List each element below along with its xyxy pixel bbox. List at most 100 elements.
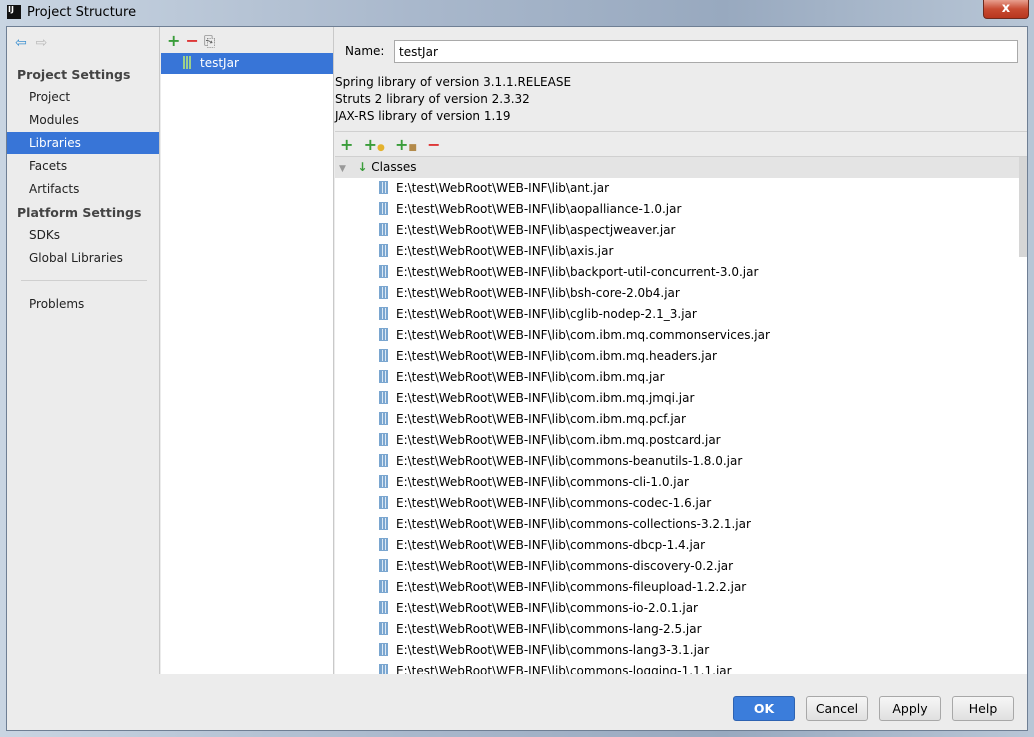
jar-item[interactable]: E:\test\WebRoot\WEB-INF\lib\commons-dbcp… <box>335 535 1027 556</box>
info-line: Spring library of version 3.1.1.RELEASE <box>335 75 572 89</box>
jar-path: E:\test\WebRoot\WEB-INF\lib\commons-coll… <box>396 517 751 531</box>
jar-path: E:\test\WebRoot\WEB-INF\lib\commons-disc… <box>396 559 734 573</box>
jar-item[interactable]: E:\test\WebRoot\WEB-INF\lib\bsh-core-2.0… <box>335 283 1027 304</box>
jar-path: E:\test\WebRoot\WEB-INF\lib\ant.jar <box>396 181 610 195</box>
exclude-icon[interactable]: +■ <box>395 135 417 154</box>
window-title: Project Structure <box>27 5 137 20</box>
jar-icon <box>379 580 388 593</box>
jar-icon <box>379 475 388 488</box>
jar-icon <box>379 538 388 551</box>
jar-path: E:\test\WebRoot\WEB-INF\lib\aspectjweave… <box>396 223 676 237</box>
jar-icon <box>379 496 388 509</box>
jar-item[interactable]: E:\test\WebRoot\WEB-INF\lib\aspectjweave… <box>335 220 1027 241</box>
jar-item[interactable]: E:\test\WebRoot\WEB-INF\lib\ant.jar <box>335 178 1027 199</box>
jar-icon <box>379 643 388 656</box>
sidebar-item-problems[interactable]: Problems <box>7 293 159 315</box>
jar-icon <box>379 454 388 467</box>
sidebar-item-libraries[interactable]: Libraries <box>7 132 159 154</box>
classes-node[interactable]: ▼ ↓ Classes <box>335 157 1019 178</box>
sidebar: ⇦ ⇨ Project Settings Project Modules Lib… <box>7 27 160 674</box>
title-bar: IJ Project Structure x <box>0 0 1034 25</box>
info-line: JAX-RS library of version 1.19 <box>335 109 511 123</box>
jar-icon <box>379 391 388 404</box>
jar-item[interactable]: E:\test\WebRoot\WEB-INF\lib\commons-io-2… <box>335 598 1027 619</box>
remove-icon[interactable]: − <box>427 135 440 154</box>
jar-item[interactable]: E:\test\WebRoot\WEB-INF\lib\backport-uti… <box>335 262 1027 283</box>
jar-item[interactable]: E:\test\WebRoot\WEB-INF\lib\com.ibm.mq.j… <box>335 388 1027 409</box>
jar-item[interactable]: E:\test\WebRoot\WEB-INF\lib\commons-file… <box>335 577 1027 598</box>
cancel-button[interactable]: Cancel <box>806 696 868 721</box>
jar-icon <box>379 664 388 674</box>
jar-item[interactable]: E:\test\WebRoot\WEB-INF\lib\commons-code… <box>335 493 1027 514</box>
library-item-testjar[interactable]: testJar <box>161 53 333 74</box>
name-label: Name: <box>345 44 385 58</box>
sidebar-item-project[interactable]: Project <box>7 86 159 108</box>
add-jar-directory-icon[interactable]: +● <box>364 135 385 154</box>
jar-path: E:\test\WebRoot\WEB-INF\lib\commons-logg… <box>396 664 732 674</box>
jar-icon <box>379 307 388 320</box>
remove-icon[interactable]: − <box>186 31 199 50</box>
jar-icon <box>379 559 388 572</box>
jar-icon <box>379 181 388 194</box>
sidebar-item-modules[interactable]: Modules <box>7 109 159 131</box>
jar-item[interactable]: E:\test\WebRoot\WEB-INF\lib\com.ibm.mq.p… <box>335 430 1027 451</box>
jar-item[interactable]: E:\test\WebRoot\WEB-INF\lib\commons-lang… <box>335 619 1027 640</box>
jar-item[interactable]: E:\test\WebRoot\WEB-INF\lib\com.ibm.mq.h… <box>335 346 1027 367</box>
divider <box>21 280 147 281</box>
jar-icon <box>379 349 388 362</box>
library-info: Spring library of version 3.1.1.RELEASE … <box>335 74 571 125</box>
jar-item[interactable]: E:\test\WebRoot\WEB-INF\lib\commons-coll… <box>335 514 1027 535</box>
jar-path: E:\test\WebRoot\WEB-INF\lib\com.ibm.mq.p… <box>396 412 686 426</box>
jar-path: E:\test\WebRoot\WEB-INF\lib\commons-bean… <box>396 454 743 468</box>
sidebar-item-sdks[interactable]: SDKs <box>7 224 159 246</box>
jar-item[interactable]: E:\test\WebRoot\WEB-INF\lib\commons-lang… <box>335 640 1027 661</box>
add-icon[interactable]: + <box>167 31 180 50</box>
jar-item[interactable]: E:\test\WebRoot\WEB-INF\lib\com.ibm.mq.j… <box>335 367 1027 388</box>
add-icon[interactable]: + <box>340 135 353 154</box>
project-settings-header: Project Settings <box>17 67 131 82</box>
scrollbar[interactable] <box>1019 157 1027 257</box>
forward-arrow-icon[interactable]: ⇨ <box>36 35 48 51</box>
close-button[interactable]: x <box>983 0 1029 19</box>
library-detail: Name: Spring library of version 3.1.1.RE… <box>335 27 1027 674</box>
collapse-triangle-icon[interactable]: ▼ <box>339 164 346 174</box>
jar-item[interactable]: E:\test\WebRoot\WEB-INF\lib\commons-bean… <box>335 451 1027 472</box>
jar-path: E:\test\WebRoot\WEB-INF\lib\commons-lang… <box>396 643 710 657</box>
help-button[interactable]: Help <box>952 696 1014 721</box>
jar-item[interactable]: E:\test\WebRoot\WEB-INF\lib\aopalliance-… <box>335 199 1027 220</box>
apply-button[interactable]: Apply <box>879 696 941 721</box>
jar-path: E:\test\WebRoot\WEB-INF\lib\commons-cli-… <box>396 475 689 489</box>
jar-item[interactable]: E:\test\WebRoot\WEB-INF\lib\axis.jar <box>335 241 1027 262</box>
ok-button[interactable]: OK <box>733 696 795 721</box>
jar-icon <box>379 622 388 635</box>
jar-icon <box>379 370 388 383</box>
jar-item[interactable]: E:\test\WebRoot\WEB-INF\lib\commons-cli-… <box>335 472 1027 493</box>
jar-item[interactable]: E:\test\WebRoot\WEB-INF\lib\commons-logg… <box>335 661 1027 674</box>
copy-icon[interactable]: ⎘ <box>204 34 215 50</box>
jar-item[interactable]: E:\test\WebRoot\WEB-INF\lib\com.ibm.mq.c… <box>335 325 1027 346</box>
jar-icon <box>379 412 388 425</box>
jar-path: E:\test\WebRoot\WEB-INF\lib\com.ibm.mq.p… <box>396 433 721 447</box>
jar-item[interactable]: E:\test\WebRoot\WEB-INF\lib\cglib-nodep-… <box>335 304 1027 325</box>
name-input[interactable] <box>394 40 1018 63</box>
library-icon <box>183 56 192 69</box>
jar-item[interactable]: E:\test\WebRoot\WEB-INF\lib\com.ibm.mq.p… <box>335 409 1027 430</box>
sidebar-item-global-libraries[interactable]: Global Libraries <box>7 247 159 269</box>
jar-path: E:\test\WebRoot\WEB-INF\lib\com.ibm.mq.c… <box>396 328 770 342</box>
platform-settings-header: Platform Settings <box>17 205 142 220</box>
jar-icon <box>379 286 388 299</box>
jar-path: E:\test\WebRoot\WEB-INF\lib\commons-dbcp… <box>396 538 706 552</box>
jar-icon <box>379 517 388 530</box>
info-line: Struts 2 library of version 2.3.32 <box>335 92 530 106</box>
jar-item[interactable]: E:\test\WebRoot\WEB-INF\lib\commons-disc… <box>335 556 1027 577</box>
jar-path: E:\test\WebRoot\WEB-INF\lib\commons-lang… <box>396 622 702 636</box>
jar-icon <box>379 601 388 614</box>
jar-path: E:\test\WebRoot\WEB-INF\lib\com.ibm.mq.h… <box>396 349 717 363</box>
sidebar-item-facets[interactable]: Facets <box>7 155 159 177</box>
jar-path: E:\test\WebRoot\WEB-INF\lib\axis.jar <box>396 244 614 258</box>
jar-path: E:\test\WebRoot\WEB-INF\lib\commons-code… <box>396 496 712 510</box>
back-arrow-icon[interactable]: ⇦ <box>15 35 27 51</box>
sidebar-item-artifacts[interactable]: Artifacts <box>7 178 159 200</box>
intellij-logo-icon: IJ <box>7 5 21 19</box>
classes-tree: ▼ ↓ Classes E:\test\WebRoot\WEB-INF\lib\… <box>335 156 1027 674</box>
